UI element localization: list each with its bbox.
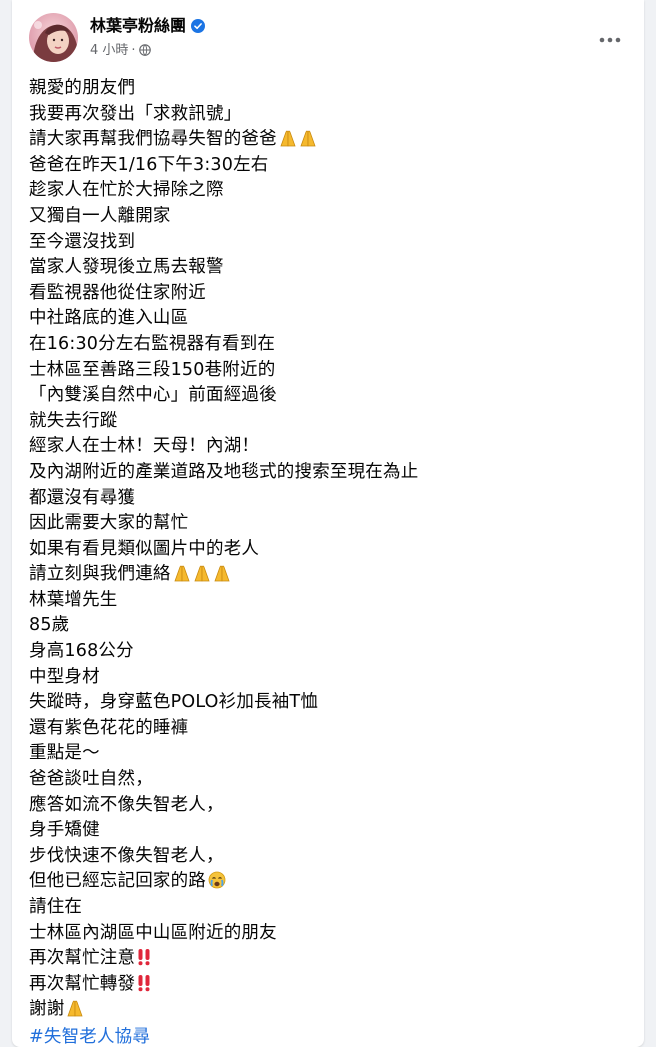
message-line: 看監視器他從住家附近	[29, 282, 206, 303]
crying-face-icon	[207, 871, 227, 898]
message-line: 身手矯健	[29, 820, 100, 841]
message-line: 林葉增先生	[29, 589, 118, 610]
message-line: 又獨自一人離開家	[29, 205, 171, 226]
message-line: 就失去行蹤	[29, 410, 118, 431]
message-line: 中型身材	[29, 666, 100, 687]
message-line: 再次幫忙轉發	[29, 972, 629, 998]
message-line: 親愛的朋友們	[29, 78, 136, 98]
message-line: 中社路底的進入山區	[29, 308, 189, 329]
verified-badge-icon	[191, 19, 206, 33]
message-line: 「內雙溪自然中心」前面經過後	[29, 385, 277, 406]
avatar[interactable]	[29, 13, 78, 62]
page-name-link[interactable]: 林葉亭粉絲團	[90, 15, 206, 37]
post-card: 林葉亭粉絲團 4 小時 · 親愛的朋友們 我要再次發出「求救訊號」 請大家再幫我們…	[12, 0, 644, 1047]
message-line: 步伐快速不像失智老人，	[29, 845, 224, 866]
message-line: 請住在	[29, 897, 83, 917]
message-line: 如果有看見類似圖片中的老人	[29, 538, 260, 559]
more-options-icon	[599, 37, 621, 43]
folded-hands-icon	[278, 129, 318, 156]
message-line: 及內湖附近的產業道路及地毯式的搜索至現在為止	[29, 461, 419, 482]
message-line: 士林區內湖區中山區附近的朋友	[29, 922, 277, 943]
folded-hands-icon	[172, 564, 232, 591]
page-name[interactable]: 林葉亭粉絲團	[90, 16, 186, 35]
message-line: 我要再次發出「求救訊號」	[29, 103, 242, 124]
message-line: 應答如流不像失智老人，	[29, 794, 224, 815]
message-line: 至今還沒找到	[29, 231, 136, 252]
hashtag-link[interactable]: #失智老人協尋	[29, 1025, 629, 1047]
message-line: 請立刻與我們連絡	[29, 562, 629, 588]
message-line: 身高168公分	[29, 641, 134, 662]
message-line: 爸爸談吐自然，	[29, 769, 153, 790]
message-line: 當家人發現後立馬去報警	[29, 257, 224, 278]
post-meta: 4 小時 ·	[90, 42, 151, 60]
message-line: 請大家再幫我們協尋失智的爸爸	[29, 127, 629, 153]
folded-hands-icon	[65, 999, 85, 1026]
message-line: 謝謝	[29, 997, 629, 1023]
timestamp-link[interactable]: 4 小時	[90, 43, 128, 58]
post-header: 林葉亭粉絲團 4 小時 ·	[12, 0, 644, 76]
message-line: 士林區至善路三段150巷附近的	[29, 359, 276, 380]
double-exclamation-icon	[136, 948, 152, 975]
message-line: 失蹤時，身穿藍色POLO衫加長袖T恤	[29, 692, 319, 713]
message-line: 趁家人在忙於大掃除之際	[29, 180, 224, 201]
message-line: 爸爸在昨天1/16下午3:30左右	[29, 154, 269, 175]
post-message: 親愛的朋友們 我要再次發出「求救訊號」 請大家再幫我們協尋失智的爸爸 爸爸在昨天…	[29, 76, 629, 1047]
avatar-image	[29, 13, 78, 62]
message-line: 還有紫色花花的睡褲	[29, 717, 189, 738]
message-line: 經家人在士林！天母！內湖！	[29, 436, 260, 457]
message-line: 都還沒有尋獲	[29, 487, 136, 508]
message-line: 再次幫忙注意	[29, 946, 629, 972]
globe-icon[interactable]	[138, 44, 151, 56]
message-line: 但他已經忘記回家的路	[29, 869, 629, 895]
meta-separator: ·	[131, 43, 136, 58]
message-line: 重點是～	[29, 743, 100, 764]
message-line: 在16:30分左右監視器有看到在	[29, 333, 276, 354]
double-exclamation-icon	[136, 974, 152, 1001]
message-line: 因此需要大家的幫忙	[29, 513, 189, 534]
more-options-button[interactable]	[592, 22, 628, 58]
message-line: 85歲	[29, 615, 70, 636]
